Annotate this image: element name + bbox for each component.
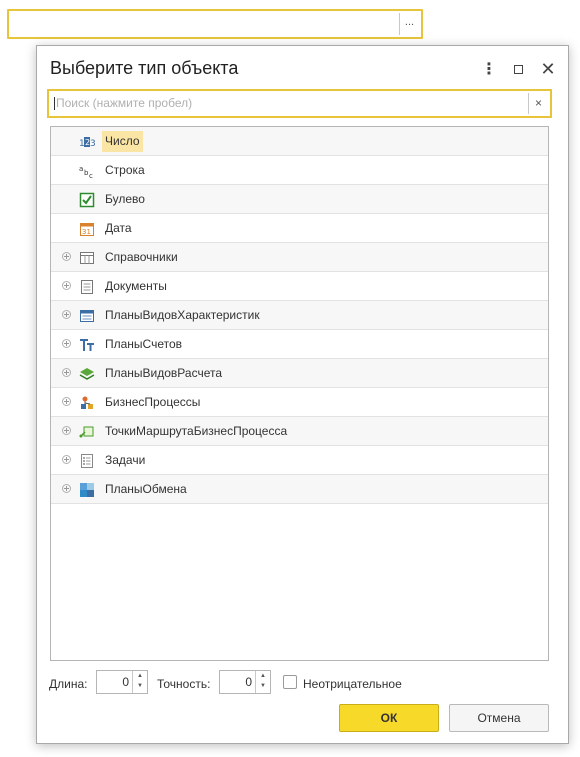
tree-row-label: ПланыВидовРасчета: [105, 366, 223, 380]
tree-row-label: ПланыОбмена: [105, 482, 187, 496]
more-menu-icon[interactable]: ⋮: [478, 58, 500, 80]
tree-row-string[interactable]: abc Строка: [51, 156, 548, 185]
expand-icon[interactable]: [62, 368, 71, 377]
precision-stepper[interactable]: 0 ▲ ▼: [219, 670, 271, 694]
tree-row-label: ТочкиМаршрутаБизнесПроцесса: [105, 424, 288, 438]
tree-row-date[interactable]: 31 Дата: [51, 214, 548, 243]
tree-row-label: Строка: [105, 163, 145, 177]
maximize-icon[interactable]: [507, 58, 529, 80]
svg-text:c: c: [89, 172, 93, 179]
expand-icon[interactable]: [62, 484, 71, 493]
expand-icon[interactable]: [62, 426, 71, 435]
tree-row-label: Число: [102, 131, 143, 152]
nonnegative-label: Неотрицательное: [303, 677, 402, 691]
cancel-button[interactable]: Отмена: [449, 704, 549, 732]
tree-row-label: Задачи: [105, 453, 146, 467]
task-icon: [79, 453, 95, 469]
expand-icon[interactable]: [62, 281, 71, 290]
tree-row-chart-of-accounts[interactable]: ПланыСчетов: [51, 330, 548, 359]
tree-row-label: Документы: [105, 279, 167, 293]
tree-row-characteristic-types[interactable]: ПланыВидовХарактеристик: [51, 301, 548, 330]
search-placeholder: Поиск (нажмите пробел): [56, 96, 193, 110]
dialog-title: Выберите тип объекта: [50, 58, 239, 78]
tree-row-exchange-plans[interactable]: ПланыОбмена: [51, 475, 548, 504]
text-caret: [54, 97, 55, 110]
catalog-icon: [79, 250, 95, 266]
spin-arrows-icon[interactable]: ▲ ▼: [255, 671, 270, 693]
expand-icon[interactable]: [62, 397, 71, 406]
precision-value: 0: [245, 675, 252, 689]
number-icon: 123: [79, 134, 95, 150]
string-icon: abc: [79, 163, 95, 179]
tree-row-documents[interactable]: Документы: [51, 272, 548, 301]
ok-button[interactable]: ОК: [339, 704, 439, 732]
search-input[interactable]: Поиск (нажмите пробел) ×: [47, 89, 552, 118]
length-stepper[interactable]: 0 ▲ ▼: [96, 670, 148, 694]
type-tree[interactable]: 123 Число abc Строка Булево 31 Дата: [50, 126, 549, 661]
clear-search-button[interactable]: ×: [528, 93, 548, 114]
route-point-icon: [79, 424, 95, 440]
tree-row-label: Булево: [105, 192, 145, 206]
tree-row-number[interactable]: 123 Число: [51, 127, 548, 156]
tree-row-label: ПланыВидовХарактеристик: [105, 308, 260, 322]
svg-text:31: 31: [82, 228, 91, 236]
tree-row-label: Справочники: [105, 250, 178, 264]
tree-row-label: ПланыСчетов: [105, 337, 183, 351]
tree-row-route-points[interactable]: ТочкиМаршрутаБизнесПроцесса: [51, 417, 548, 446]
business-process-icon: [79, 395, 95, 411]
calculation-types-icon: [79, 366, 95, 382]
tree-row-calculation-types[interactable]: ПланыВидовРасчета: [51, 359, 548, 388]
exchange-plan-icon: [79, 482, 95, 498]
tree-row-business-processes[interactable]: БизнесПроцессы: [51, 388, 548, 417]
tree-row-boolean[interactable]: Булево: [51, 185, 548, 214]
type-select-dialog: Выберите тип объекта ⋮ ✕ Поиск (нажмите …: [36, 45, 569, 744]
nonnegative-checkbox[interactable]: [283, 675, 297, 689]
spin-arrows-icon[interactable]: ▲ ▼: [132, 671, 147, 693]
length-label: Длина:: [49, 677, 88, 691]
tree-row-catalogs[interactable]: Справочники: [51, 243, 548, 272]
pick-button[interactable]: ...: [399, 13, 419, 35]
expand-icon[interactable]: [62, 339, 71, 348]
type-field[interactable]: ...: [7, 9, 423, 39]
length-value: 0: [122, 675, 129, 689]
tree-row-label: БизнесПроцессы: [105, 395, 201, 409]
svg-text:a: a: [79, 165, 83, 173]
document-icon: [79, 279, 95, 295]
close-icon[interactable]: ✕: [537, 58, 559, 80]
tree-row-label: Дата: [105, 221, 132, 235]
expand-icon[interactable]: [62, 252, 71, 261]
date-icon: 31: [79, 221, 95, 237]
characteristic-types-icon: [79, 308, 95, 324]
svg-text:3: 3: [90, 139, 95, 149]
precision-label: Точность:: [157, 677, 211, 691]
expand-icon[interactable]: [62, 310, 71, 319]
expand-icon[interactable]: [62, 455, 71, 464]
svg-text:1: 1: [79, 139, 85, 149]
boolean-icon: [79, 192, 95, 208]
tree-row-tasks[interactable]: Задачи: [51, 446, 548, 475]
chart-of-accounts-icon: [79, 337, 95, 353]
